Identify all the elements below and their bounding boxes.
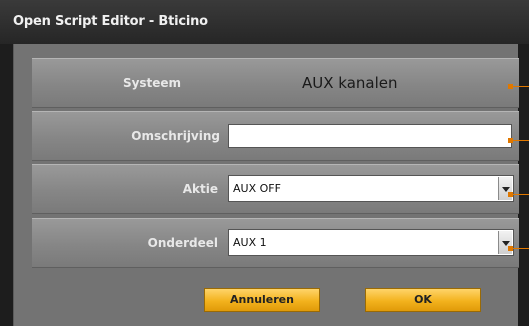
systeem-label: Systeem bbox=[122, 76, 182, 90]
systeem-row: Systeem AUX kanalen bbox=[32, 58, 519, 108]
onderdeel-selected-value: AUX 1 bbox=[233, 236, 267, 249]
dialog-title: Open Script Editor - Bticino bbox=[0, 0, 529, 44]
onderdeel-select[interactable]: AUX 1 bbox=[228, 229, 514, 256]
aktie-selected-value: AUX OFF bbox=[233, 182, 281, 195]
systeem-value: AUX kanalen bbox=[302, 74, 398, 92]
dialog-body: Systeem AUX kanalen Omschrijving Aktie A… bbox=[13, 44, 519, 326]
connector-line bbox=[508, 84, 529, 89]
ok-button[interactable]: OK bbox=[365, 288, 481, 312]
aktie-row: Aktie AUX OFF bbox=[32, 164, 519, 214]
connector-line bbox=[508, 192, 529, 197]
connector-line bbox=[508, 138, 529, 143]
onderdeel-row: Onderdeel AUX 1 bbox=[32, 218, 519, 268]
script-editor-dialog: Open Script Editor - Bticino Systeem AUX… bbox=[0, 0, 529, 326]
omschrijving-row: Omschrijving bbox=[32, 111, 519, 161]
aktie-label: Aktie bbox=[182, 182, 218, 196]
omschrijving-input[interactable] bbox=[228, 124, 512, 148]
aktie-select[interactable]: AUX OFF bbox=[228, 175, 514, 202]
connector-line bbox=[508, 246, 529, 251]
cancel-button[interactable]: Annuleren bbox=[204, 288, 320, 312]
onderdeel-label: Onderdeel bbox=[147, 236, 218, 250]
omschrijving-label: Omschrijving bbox=[131, 129, 220, 143]
